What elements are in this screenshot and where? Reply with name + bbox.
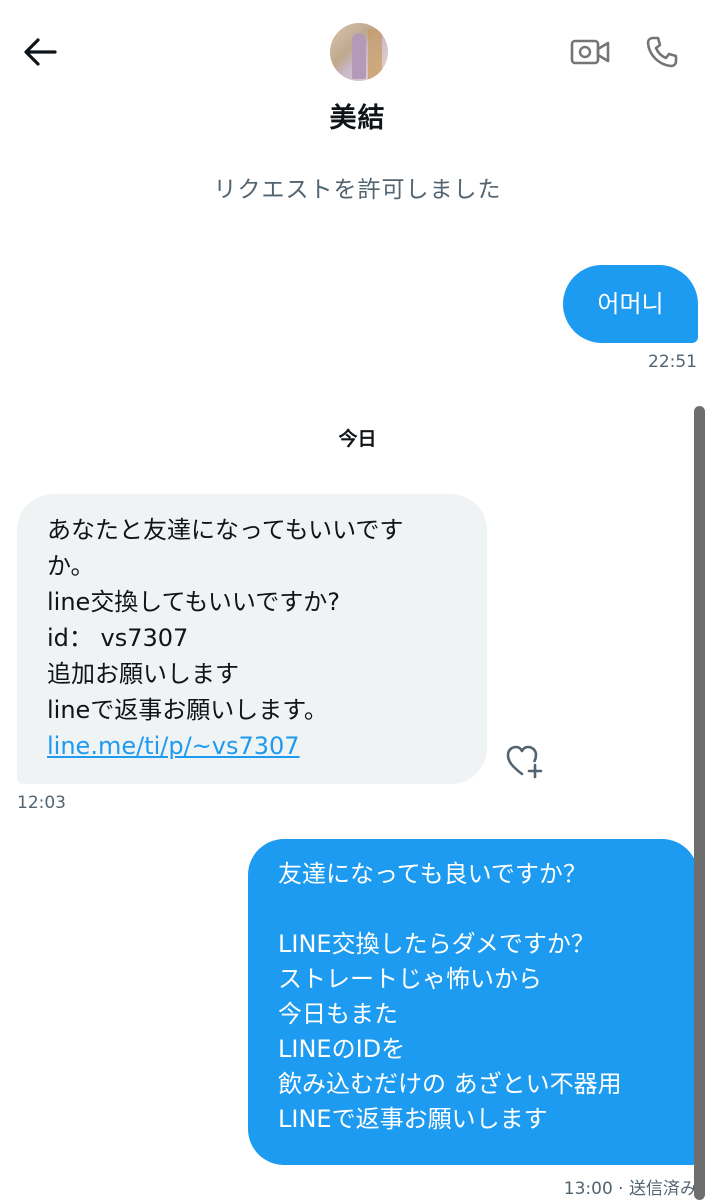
message-line: ストレートじゃ怖いから [278, 965, 542, 993]
message-line: か。 [47, 552, 95, 580]
incoming-message[interactable]: あなたと友達になってもいいです か。 line交換してもいいですか? id： v… [17, 494, 487, 784]
meta-separator: · [612, 1179, 629, 1199]
contact-name[interactable]: 美結 [0, 96, 715, 135]
arrow-left-icon [24, 38, 57, 66]
request-accepted-note: リクエストを許可しました [213, 177, 502, 203]
message-text: 어머니 [597, 290, 664, 318]
message-line: LINE交換したらダメですか？ [278, 930, 595, 958]
video-call-button[interactable] [568, 30, 612, 74]
message-line: あなたと友達になってもいいです [47, 516, 404, 544]
outgoing-message[interactable]: 友達になっても良いですか？ LINE交換したらダメですか？ ストレートじゃ怖いか… [248, 839, 698, 1165]
outgoing-message[interactable]: 어머니 [563, 265, 698, 343]
message-line: line交換してもいいですか? [47, 588, 340, 616]
message-line: LINEのIDを [278, 1035, 406, 1063]
message-line: 追加お願いします [47, 660, 239, 688]
message-line: id： vs7307 [47, 624, 189, 652]
message-meta: 13:00 · 送信済み [564, 1174, 697, 1199]
heart-plus-icon [506, 745, 543, 779]
date-separator: 今日 [338, 428, 377, 450]
message-status: 送信済み [629, 1179, 697, 1199]
message-timestamp: 12:03 [17, 793, 66, 813]
phone-icon [646, 36, 678, 68]
message-link[interactable]: line.me/ti/p/~vs7307 [47, 728, 463, 764]
message-line: 友達になっても良いですか？ [278, 860, 587, 888]
message-line: LINEで返事お願いします [278, 1105, 548, 1133]
phone-call-button[interactable] [640, 30, 684, 74]
message-timestamp: 13:00 [563, 1179, 613, 1199]
message-line: 飲み込むだけの あざとい不器用 [278, 1070, 622, 1098]
message-timestamp: 22:51 [648, 352, 697, 372]
video-camera-icon [570, 39, 610, 65]
back-button[interactable] [18, 30, 62, 74]
scrollbar[interactable] [694, 406, 705, 1200]
avatar[interactable] [330, 23, 388, 81]
message-line: lineで返事お願いします。 [47, 696, 328, 724]
message-line: 今日もまた [278, 1000, 398, 1028]
message-line [278, 892, 678, 927]
add-reaction-button[interactable] [503, 742, 547, 782]
